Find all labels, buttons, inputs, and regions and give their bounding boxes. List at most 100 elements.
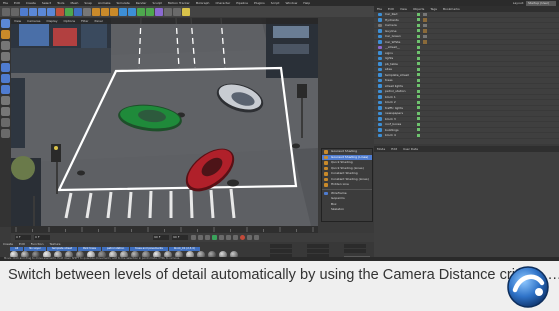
redo-icon[interactable]	[11, 7, 19, 16]
snap-icon[interactable]	[1, 118, 10, 127]
viewport-menu-item[interactable]: Cameras	[24, 18, 43, 24]
tweak-mode-icon[interactable]	[1, 107, 10, 116]
floor-icon[interactable]	[164, 7, 172, 16]
visibility-check-icon[interactable]	[417, 56, 420, 60]
previous-key-icon[interactable]	[198, 235, 203, 240]
visibility-check-icon[interactable]	[417, 122, 420, 126]
light-icon[interactable]	[182, 7, 190, 16]
visibility-check-icon[interactable]	[417, 73, 420, 77]
visibility-check-icon[interactable]	[417, 128, 420, 132]
visibility-check-icon[interactable]	[417, 117, 420, 121]
current-frame-field[interactable]: 0 F	[34, 235, 50, 240]
viewport-menu-item[interactable]: Filter	[78, 18, 91, 24]
shading-mode-item[interactable]: Hidden Line	[322, 182, 372, 188]
next-key-icon[interactable]	[226, 235, 231, 240]
viewport-menu-item[interactable]: Options	[61, 18, 79, 24]
autokey-icon[interactable]	[247, 235, 252, 240]
timeline-ruler[interactable]	[11, 226, 318, 233]
visibility-check-icon[interactable]	[417, 18, 420, 22]
shading-mode-label: Constant Shading (Lines)	[331, 176, 369, 181]
texture-mode-icon[interactable]	[1, 41, 10, 50]
cube-icon[interactable]	[119, 7, 127, 16]
attribute-manager-menu-item[interactable]: Mode	[374, 146, 388, 152]
edges-mode-icon[interactable]	[1, 74, 10, 83]
viewport-menu-item[interactable]: Panel	[92, 18, 106, 24]
visibility-check-icon[interactable]	[417, 62, 420, 66]
visibility-check-icon[interactable]	[417, 89, 420, 93]
camera-icon[interactable]	[173, 7, 181, 16]
menu-separator	[322, 188, 372, 190]
attribute-manager-menu-item[interactable]: User Data	[400, 146, 421, 152]
go-to-start-icon[interactable]	[191, 235, 196, 240]
go-to-end-icon[interactable]	[233, 235, 238, 240]
visibility-check-icon[interactable]	[417, 40, 420, 44]
live-selection-icon[interactable]	[20, 7, 28, 16]
tag-icon[interactable]	[423, 18, 427, 22]
axis-mode-icon[interactable]	[1, 96, 10, 105]
layout-select[interactable]: Startup (User)	[526, 0, 556, 6]
tag-icon[interactable]	[423, 12, 427, 16]
visibility-check-icon[interactable]	[417, 111, 420, 115]
viewport-menu-item[interactable]: Display	[43, 18, 60, 24]
model-mode-icon[interactable]	[1, 30, 10, 39]
array-icon[interactable]	[146, 7, 154, 16]
visibility-check-icon[interactable]	[417, 133, 420, 137]
visibility-check-icon[interactable]	[417, 84, 420, 88]
visibility-check-icon[interactable]	[417, 45, 420, 49]
undo-icon[interactable]	[2, 7, 10, 16]
render-picture-viewer-icon[interactable]	[101, 7, 109, 16]
position-y-field[interactable]	[270, 249, 292, 253]
render-settings-icon[interactable]	[110, 7, 118, 16]
points-mode-icon[interactable]	[1, 63, 10, 72]
workplane-icon[interactable]	[1, 52, 10, 61]
subdivision-icon[interactable]	[137, 7, 145, 16]
perspective-viewport[interactable]: View Cameras Display Options Filter Panel	[11, 18, 318, 226]
z-axis-icon[interactable]	[74, 7, 82, 16]
previous-frame-icon[interactable]	[205, 235, 210, 240]
move-tool-icon[interactable]	[29, 7, 37, 16]
scale-tool-icon[interactable]	[38, 7, 46, 16]
start-frame-field[interactable]: 0 F	[15, 235, 31, 240]
record-icon[interactable]	[240, 235, 245, 240]
x-axis-icon[interactable]	[56, 7, 64, 16]
visibility-check-icon[interactable]	[417, 23, 420, 27]
visibility-check-icon[interactable]	[417, 51, 420, 55]
visibility-check-icon[interactable]	[417, 100, 420, 104]
tag-icon[interactable]	[423, 29, 427, 33]
size-y-field[interactable]	[307, 249, 329, 253]
tag-icon[interactable]	[423, 40, 427, 44]
visibility-check-icon[interactable]	[417, 34, 420, 38]
attribute-manager-menu-item[interactable]: Edit	[388, 146, 400, 152]
coordinate-system-icon[interactable]	[83, 7, 91, 16]
y-axis-icon[interactable]	[65, 7, 73, 16]
object-row[interactable]: block 4	[374, 133, 559, 139]
visibility-check-icon[interactable]	[417, 78, 420, 82]
visibility-check-icon[interactable]	[417, 29, 420, 33]
tag-icon[interactable]	[423, 34, 427, 38]
render-view-icon[interactable]	[92, 7, 100, 16]
tag-icon[interactable]	[423, 23, 427, 27]
visibility-check-icon[interactable]	[417, 67, 420, 71]
position-x-field[interactable]	[270, 244, 292, 248]
visibility-check-icon[interactable]	[417, 95, 420, 99]
max-frame-field[interactable]: 90 F	[172, 235, 188, 240]
shading-mode-label: Isoparms	[331, 196, 345, 200]
lock-workplane-icon[interactable]	[1, 129, 10, 138]
keyframe-selection-icon[interactable]	[254, 235, 259, 240]
deformer-icon[interactable]	[155, 7, 163, 16]
rotation-p-field[interactable]	[344, 249, 366, 253]
end-frame-field[interactable]: 90 F	[153, 235, 169, 240]
viewport-menu-item[interactable]: View	[11, 18, 24, 24]
shading-mode-item[interactable]: Skeleton	[322, 207, 372, 213]
object-icon	[378, 128, 382, 132]
rotation-h-field[interactable]	[344, 244, 366, 248]
pen-icon[interactable]	[128, 7, 136, 16]
polygons-mode-icon[interactable]	[1, 85, 10, 94]
make-editable-icon[interactable]	[1, 19, 10, 28]
play-icon[interactable]	[212, 235, 217, 240]
visibility-check-icon[interactable]	[417, 106, 420, 110]
rotate-tool-icon[interactable]	[47, 7, 55, 16]
size-x-field[interactable]	[307, 244, 329, 248]
next-frame-icon[interactable]	[219, 235, 224, 240]
visibility-check-icon[interactable]	[417, 12, 420, 16]
